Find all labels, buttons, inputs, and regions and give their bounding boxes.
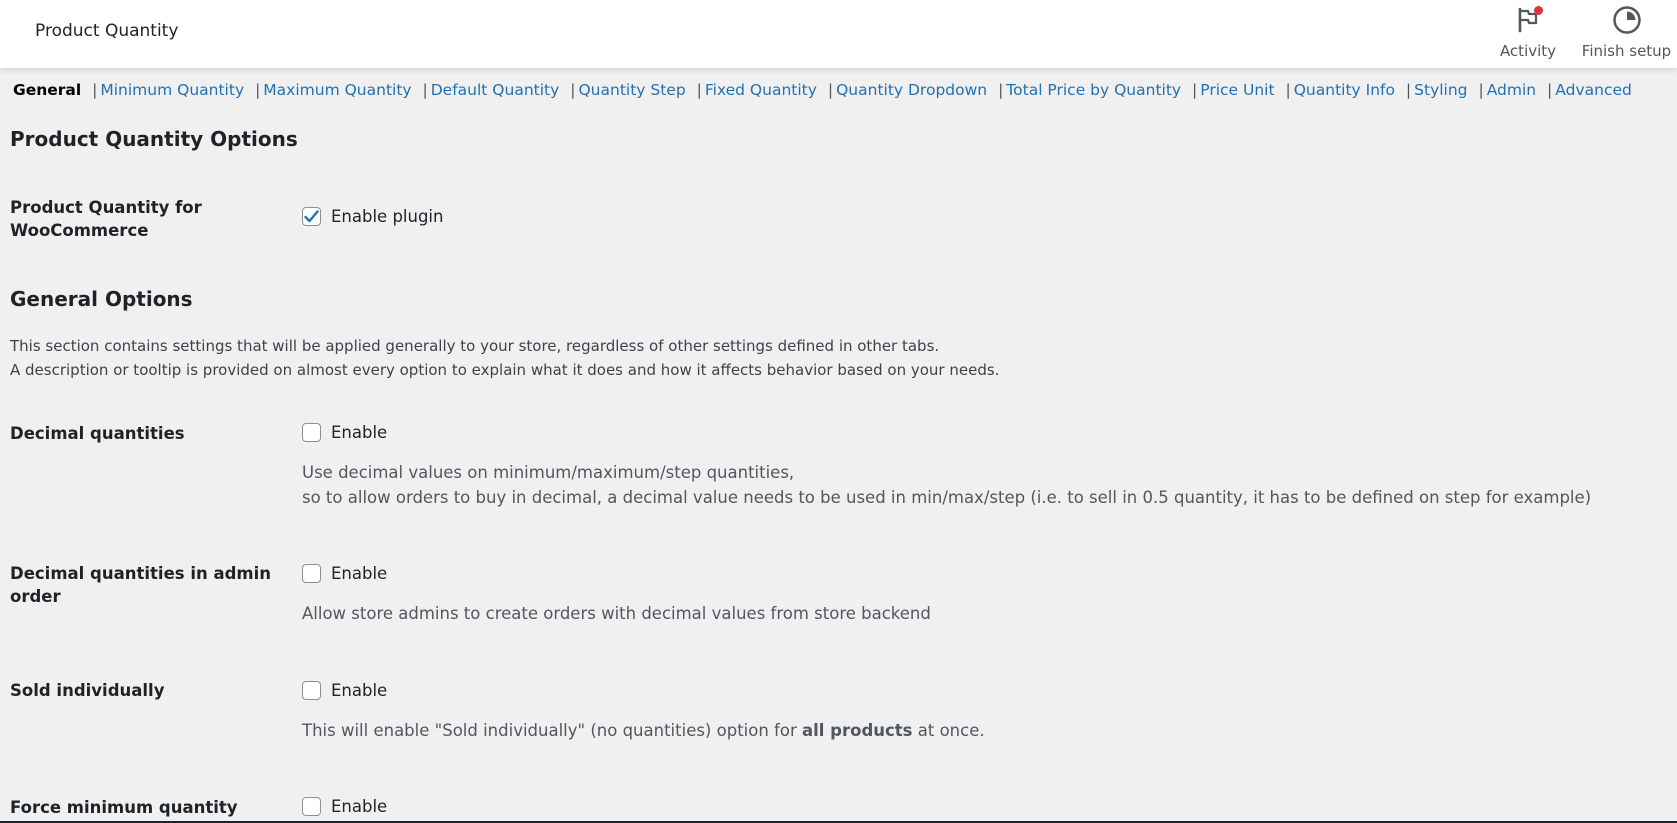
notification-dot (1534, 6, 1543, 15)
decimal-admin-label: Decimal quantities in admin order (10, 564, 272, 606)
activity-button[interactable]: Activity (1496, 4, 1560, 64)
tab-total-price-by-quantity[interactable]: Total Price by Quantity (1006, 81, 1181, 99)
force-minimum-enable-label: Enable (331, 797, 388, 816)
enable-plugin-label: Enable plugin (331, 207, 444, 226)
activity-label: Activity (1499, 42, 1557, 60)
settings-tabs: General | Minimum Quantity | Maximum Quant… (13, 81, 1632, 99)
decimal-admin-checkbox[interactable] (302, 564, 321, 583)
decimal-admin-description: Allow store admins to create orders with… (302, 604, 931, 623)
sold-individually-row: Enable (302, 681, 387, 700)
tab-admin[interactable]: Admin (1487, 81, 1536, 99)
page-title: Product Quantity (35, 21, 179, 41)
tab-default-quantity[interactable]: Default Quantity (431, 81, 560, 99)
decimal-quantities-enable-label: Enable (331, 423, 388, 442)
plugin-enable-label: Product Quantity for WooCommerce (10, 198, 202, 240)
force-minimum-row: Enable (302, 797, 387, 816)
sold-individually-description: This will enable "Sold individually" (no… (302, 721, 985, 740)
tab-general[interactable]: General (13, 81, 81, 99)
enable-plugin-checkbox[interactable] (302, 207, 321, 226)
flag-icon (1515, 4, 1543, 36)
checkmark-icon (304, 210, 319, 223)
general-options-heading: General Options (10, 287, 193, 311)
decimal-quantities-label: Decimal quantities (10, 424, 185, 443)
sold-individually-label: Sold individually (10, 681, 165, 700)
progress-circle-icon (1612, 4, 1642, 36)
finish-setup-label: Finish setup (1581, 42, 1672, 60)
decimal-admin-enable-label: Enable (331, 564, 388, 583)
decimal-quantities-checkbox[interactable] (302, 423, 321, 442)
sold-individually-checkbox[interactable] (302, 681, 321, 700)
tab-quantity-info[interactable]: Quantity Info (1294, 81, 1395, 99)
decimal-quantities-row: Enable (302, 423, 387, 442)
top-header: Product Quantity Activity Finish setup (0, 0, 1677, 68)
enable-plugin-row: Enable plugin (302, 207, 443, 226)
tab-styling[interactable]: Styling (1414, 81, 1467, 99)
sold-individually-enable-label: Enable (331, 681, 388, 700)
decimal-quantities-description: Use decimal values on minimum/maximum/st… (302, 463, 1592, 507)
force-minimum-checkbox[interactable] (302, 797, 321, 816)
tab-price-unit[interactable]: Price Unit (1200, 81, 1274, 99)
tab-maximum-quantity[interactable]: Maximum Quantity (263, 81, 411, 99)
tab-quantity-dropdown[interactable]: Quantity Dropdown (836, 81, 987, 99)
product-options-heading: Product Quantity Options (10, 127, 298, 151)
tab-fixed-quantity[interactable]: Fixed Quantity (705, 81, 817, 99)
tab-advanced[interactable]: Advanced (1555, 81, 1632, 99)
decimal-admin-row: Enable (302, 564, 387, 583)
tab-quantity-step[interactable]: Quantity Step (578, 81, 685, 99)
general-options-intro: This section contains settings that will… (10, 337, 1000, 379)
tab-minimum-quantity[interactable]: Minimum Quantity (100, 81, 244, 99)
finish-setup-button[interactable]: Finish setup (1576, 4, 1677, 64)
force-minimum-label: Force minimum quantity (10, 798, 238, 817)
